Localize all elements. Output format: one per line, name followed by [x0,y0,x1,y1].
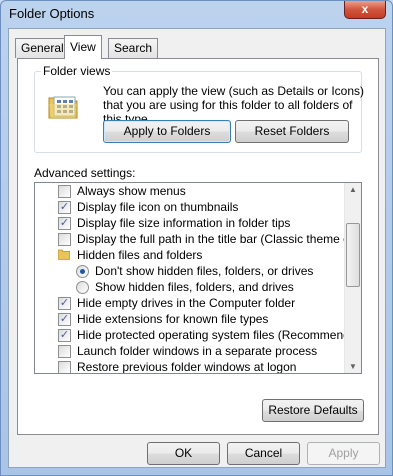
tab-view[interactable]: View [64,35,102,59]
list-item-show-hidden[interactable]: Show hidden files, folders, and drives [35,279,345,295]
list-item-hidden-files-folder: Hidden files and folders [35,247,345,263]
checkbox-checked[interactable]: ✓ [58,329,71,342]
scroll-up-arrow-icon[interactable]: ▲ [349,185,357,194]
folder-options-window: Folder Options x General View Search Fol… [0,0,393,476]
list-item-display-file-icon[interactable]: ✓ Display file icon on thumbnails [35,199,345,215]
list-item-hide-protected-files[interactable]: ✓ Hide protected operating system files … [35,327,361,343]
ok-button[interactable]: OK [147,442,220,465]
list-item-launch-separate-process[interactable]: Launch folder windows in a separate proc… [35,343,345,359]
apply-button[interactable]: Apply [307,442,380,465]
checkbox-checked[interactable]: ✓ [58,201,71,214]
cancel-button[interactable]: Cancel [227,442,300,465]
radio[interactable] [76,281,89,294]
close-button[interactable]: x [344,1,386,19]
list-item-display-file-size[interactable]: ✓ Display file size information in folde… [35,215,345,231]
list-item-hide-empty-drives[interactable]: ✓ Hide empty drives in the Computer fold… [35,295,345,311]
checkbox-checked[interactable]: ✓ [58,313,71,326]
reset-folders-button[interactable]: Reset Folders [235,120,349,143]
vertical-scrollbar[interactable]: ▲ ▼ [344,183,361,373]
scroll-down-arrow-icon[interactable]: ▼ [349,362,357,371]
radio-selected[interactable] [76,265,89,278]
checkbox[interactable] [58,361,71,373]
apply-to-folders-button[interactable]: Apply to Folders [103,120,231,143]
checkbox-checked[interactable]: ✓ [58,297,71,310]
folder-icon [58,249,70,260]
advanced-settings-list[interactable]: Always show menus ✓ Display file icon on… [34,182,362,374]
list-item-hide-extensions[interactable]: ✓ Hide extensions for known file types [35,311,345,327]
folder-views-icon [48,96,78,119]
checkbox[interactable] [58,185,71,198]
advanced-settings-label: Advanced settings: [34,166,136,180]
list-item-restore-previous-windows[interactable]: Restore previous folder windows at logon [35,359,345,373]
checkbox[interactable] [58,345,71,358]
checkbox-checked[interactable]: ✓ [58,217,71,230]
folder-views-label: Folder views [41,64,113,78]
window-title: Folder Options [9,6,95,21]
scrollbar-thumb[interactable] [346,223,360,287]
dialog-client-area: General View Search Folder views You can… [8,28,386,468]
list-item-display-full-path[interactable]: Display the full path in the title bar (… [35,231,361,247]
checkbox[interactable] [58,233,71,246]
tab-search[interactable]: Search [108,38,159,58]
list-item-dont-show-hidden[interactable]: Don't show hidden files, folders, or dri… [35,263,345,279]
tab-general[interactable]: General [15,38,70,58]
view-tab-panel: Folder views You can apply the view (suc… [17,58,379,435]
title-bar[interactable]: Folder Options x [1,1,392,26]
restore-defaults-button[interactable]: Restore Defaults [262,399,364,422]
list-item-always-show-menus[interactable]: Always show menus [35,183,345,199]
folder-views-group: Folder views You can apply the view (suc… [34,64,364,153]
